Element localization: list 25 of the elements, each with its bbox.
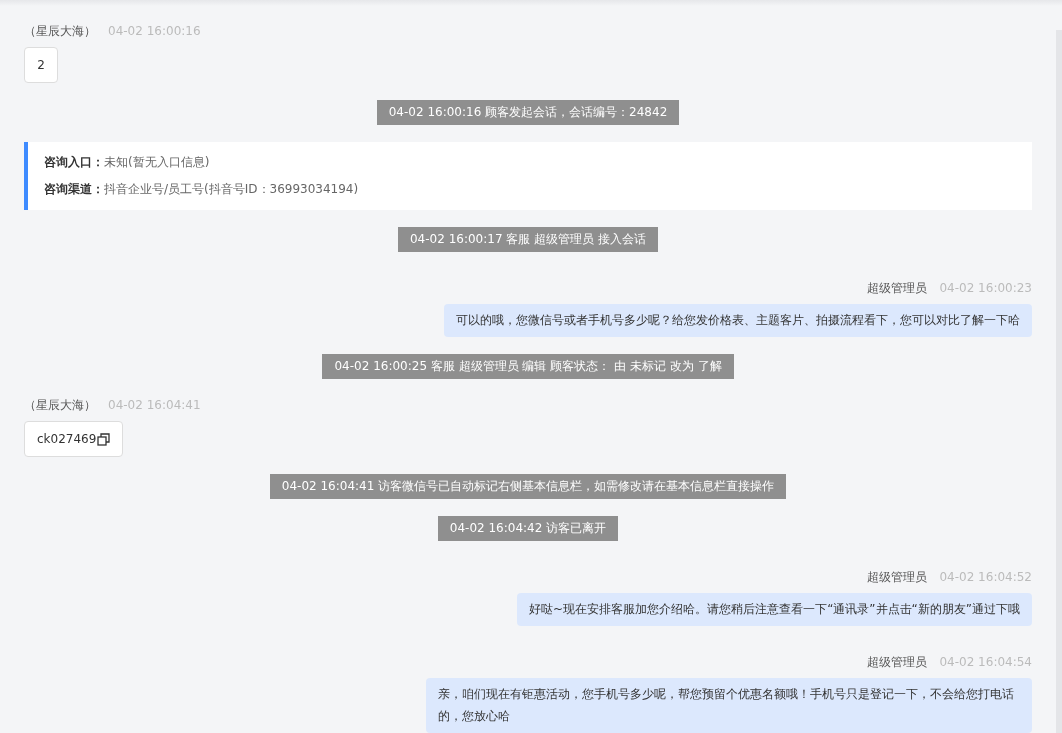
copy-icon[interactable] bbox=[97, 432, 111, 446]
message-text: 2 bbox=[37, 57, 45, 74]
message-time: 04-02 16:00:23 bbox=[939, 281, 1032, 295]
system-notice: 04-02 16:04:42 访客已离开 bbox=[437, 516, 619, 541]
system-notice: 04-02 16:04:41 访客微信号已自动标记右侧基本信息栏，如需修改请在基本信息栏直接操作 bbox=[269, 474, 787, 499]
message-time: 04-02 16:04:54 bbox=[939, 655, 1032, 669]
info-label: 咨询入口： bbox=[44, 155, 104, 169]
message-text: 好哒~现在安排客服加您介绍哈。请您稍后注意查看一下“通讯录”并点击“新的朋友”通过下哦 bbox=[529, 602, 1020, 616]
info-label: 咨询渠道： bbox=[44, 182, 104, 196]
sender-name: 超级管理员 bbox=[867, 568, 928, 586]
system-notice: 04-02 16:00:25 客服 超级管理员 编辑 顾客状态： 由 未标记 改为 了解 bbox=[322, 354, 734, 379]
message-text: 亲，咱们现在有钜惠活动，您手机号多少呢，帮您预留个优惠名额哦！手机号只是登记一下，不会给您打电话的，您放心哈 bbox=[438, 687, 1014, 723]
message-time: 04-02 16:04:41 bbox=[108, 398, 201, 412]
sender-name: 超级管理员 bbox=[867, 653, 928, 671]
system-notice: 04-02 16:00:16 顾客发起会话，会话编号：24842 bbox=[376, 100, 680, 125]
message-time: 04-02 16:00:16 bbox=[108, 24, 201, 38]
message-time: 04-02 16:04:52 bbox=[939, 570, 1032, 584]
sender-name: （星辰大海） bbox=[24, 396, 96, 414]
info-value: 未知(暂无入口信息) bbox=[104, 155, 210, 169]
info-value: 抖音企业号/员工号(抖音号ID：36993034194) bbox=[104, 182, 359, 196]
message-text: 可以的哦，您微信号或者手机号多少呢？给您发价格表、主题客片、拍摄流程看下，您可以对比了解一下哈 bbox=[456, 313, 1020, 327]
system-notice: 04-02 16:00:17 客服 超级管理员 接入会话 bbox=[398, 227, 658, 252]
sender-name: （星辰大海） bbox=[24, 22, 96, 40]
message-text: ck027469 bbox=[37, 431, 97, 448]
sender-name: 超级管理员 bbox=[867, 279, 928, 297]
